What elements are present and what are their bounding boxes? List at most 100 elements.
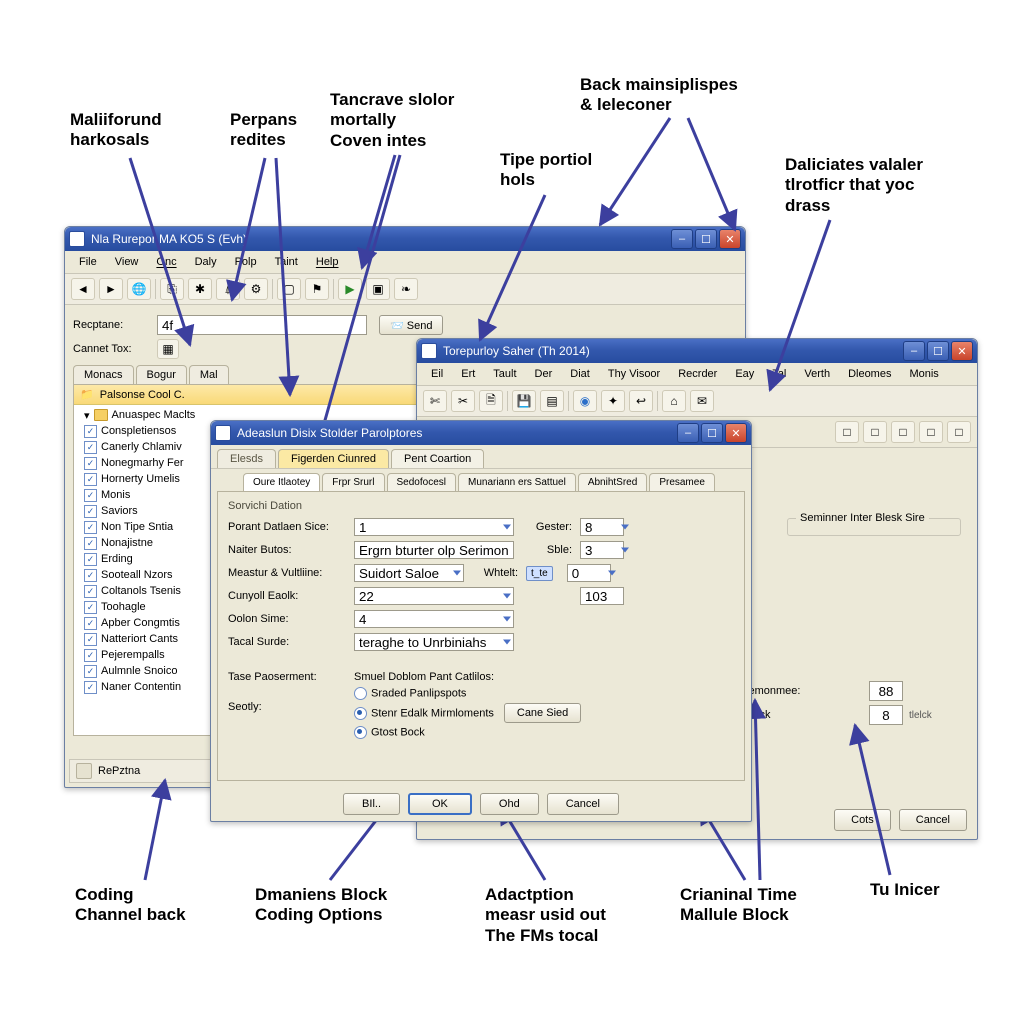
checkbox-icon[interactable]: ✓ (84, 601, 97, 614)
menu-view[interactable]: View (107, 254, 147, 270)
minimize-button[interactable]: – (677, 423, 699, 443)
tool-icon[interactable]: □ (863, 421, 887, 443)
checkbox-icon[interactable]: ✓ (84, 457, 97, 470)
checkbox-icon[interactable]: ✓ (84, 441, 97, 454)
checkbox-icon[interactable]: ✓ (84, 489, 97, 502)
checkbox-icon[interactable]: ✓ (84, 537, 97, 550)
menu-item[interactable]: Thy Visoor (600, 366, 668, 382)
r3-chip[interactable]: t_te (526, 566, 553, 581)
back-icon[interactable]: ↩ (629, 390, 653, 412)
tool-icon[interactable]: □ (835, 421, 859, 443)
ok-button[interactable]: OK (408, 793, 472, 815)
r3-input[interactable] (354, 564, 464, 582)
r5-input[interactable] (354, 610, 514, 628)
cots-button[interactable]: Cots (834, 809, 891, 831)
r4-input2[interactable] (580, 587, 624, 605)
gear-icon[interactable]: ⚙ (244, 278, 268, 300)
radio-icon[interactable] (354, 707, 367, 720)
box-icon[interactable]: ▢ (277, 278, 301, 300)
menu-item[interactable]: Eay (727, 366, 762, 382)
minimize-button[interactable]: – (671, 229, 693, 249)
outer-tab-2[interactable]: Pent Coartion (391, 449, 484, 468)
menu-item[interactable]: Dleomes (840, 366, 899, 382)
inner-tab-1[interactable]: Oure Itlaotey (243, 473, 320, 491)
checkbox-icon[interactable]: ✓ (84, 569, 97, 582)
tree-icon[interactable]: ⍋ (216, 278, 240, 300)
inner-tab-3[interactable]: Sedofocesl (387, 473, 456, 491)
checkbox-icon[interactable]: ✓ (84, 505, 97, 518)
play-icon[interactable]: ▶ (338, 278, 362, 300)
menu-item[interactable]: Tault (485, 366, 524, 382)
r6-input[interactable] (354, 633, 514, 651)
minimize-button[interactable]: – (903, 341, 925, 361)
menu-polp[interactable]: Polp (227, 254, 265, 270)
radio-icon[interactable] (354, 726, 367, 739)
checkbox-icon[interactable]: ✓ (84, 617, 97, 630)
r1-input[interactable] (354, 518, 514, 536)
tool-icon[interactable]: □ (919, 421, 943, 443)
tool-icon[interactable]: □ (947, 421, 971, 443)
record-icon[interactable]: ▣ (366, 278, 390, 300)
disk-icon[interactable]: ▤ (540, 390, 564, 412)
scissors-icon[interactable]: ✂ (451, 390, 475, 412)
checkbox-icon[interactable]: ✓ (84, 681, 97, 694)
inner-tab-5[interactable]: AbnihtSred (578, 473, 647, 491)
save-icon[interactable]: 💾 (512, 390, 536, 412)
outer-tab-1[interactable]: Figerden Ciunred (278, 449, 389, 468)
checkbox-icon[interactable]: ✓ (84, 425, 97, 438)
menu-item[interactable]: Eil (423, 366, 451, 382)
cancel-button[interactable]: Cancel (547, 793, 619, 815)
mail-icon[interactable]: ✉ (690, 390, 714, 412)
maximize-button[interactable]: ☐ (695, 229, 717, 249)
forward-icon[interactable]: ► (99, 278, 123, 300)
new-icon[interactable]: ✱ (188, 278, 212, 300)
menu-onc[interactable]: Onc (148, 254, 184, 270)
cut-icon[interactable]: ✄ (423, 390, 447, 412)
close-button[interactable]: ✕ (951, 341, 973, 361)
radio-icon[interactable] (354, 687, 367, 700)
dlg-titlebar[interactable]: Adeaslun Disix Stolder Parolptores – ☐ ✕ (211, 421, 751, 445)
document-icon[interactable]: 🗎 (479, 390, 503, 412)
menu-item[interactable]: Ert (453, 366, 483, 382)
tab-mal[interactable]: Mal (189, 365, 229, 384)
r4-input[interactable] (354, 587, 514, 605)
menu-item[interactable]: Diat (562, 366, 598, 382)
menu-item[interactable]: Recrder (670, 366, 725, 382)
tool-icon[interactable]: □ (891, 421, 915, 443)
checkbox-icon[interactable]: ✓ (84, 473, 97, 486)
menu-item[interactable]: Tal (764, 366, 794, 382)
menu-item[interactable]: Monis (901, 366, 946, 382)
menu-daly[interactable]: Daly (187, 254, 225, 270)
inner-tab-4[interactable]: Munariann ers Sattuel (458, 473, 576, 491)
tab-bogur[interactable]: Bogur (136, 365, 187, 384)
cancel-button[interactable]: Cancel (899, 809, 967, 831)
win2-titlebar[interactable]: Torepurloy Saher (Th 2014) – ☐ ✕ (417, 339, 977, 363)
bil-button[interactable]: BIl.. (343, 793, 400, 815)
menu-taint[interactable]: Taint (267, 254, 306, 270)
copy-icon[interactable]: ⎘ (160, 278, 184, 300)
gear-icon[interactable]: ◉ (573, 390, 597, 412)
send-button[interactable]: 📨 Send (379, 315, 443, 335)
side-tab[interactable]: Elesds (217, 449, 276, 468)
close-button[interactable]: ✕ (719, 229, 741, 249)
radio-row[interactable]: Stenr Edalk Mirmloments Cane Sied (354, 703, 581, 723)
r1-input2[interactable] (580, 518, 624, 536)
checkbox-icon[interactable]: ✓ (84, 585, 97, 598)
radio-row[interactable]: Gtost Bock (354, 726, 581, 739)
r2-input[interactable] (354, 541, 514, 559)
r3-input2[interactable] (567, 564, 611, 582)
checkbox-icon[interactable]: ✓ (84, 633, 97, 646)
radio-row[interactable]: Sraded Panlipspots (354, 687, 581, 700)
maximize-button[interactable]: ☐ (701, 423, 723, 443)
close-button[interactable]: ✕ (725, 423, 747, 443)
menu-item[interactable]: Der (527, 366, 561, 382)
flag-icon[interactable]: ⚑ (305, 278, 329, 300)
r2-input2[interactable] (580, 541, 624, 559)
win1-titlebar[interactable]: Nla Rurepor MA KO5 S (Evh) – ☐ ✕ (65, 227, 745, 251)
inner-tab-6[interactable]: Presamee (649, 473, 715, 491)
tab-monacs[interactable]: Monacs (73, 365, 134, 384)
maximize-button[interactable]: ☐ (927, 341, 949, 361)
temonmee-input[interactable] (869, 681, 903, 701)
back-icon[interactable]: ◄ (71, 278, 95, 300)
recipient-input[interactable] (157, 315, 367, 335)
